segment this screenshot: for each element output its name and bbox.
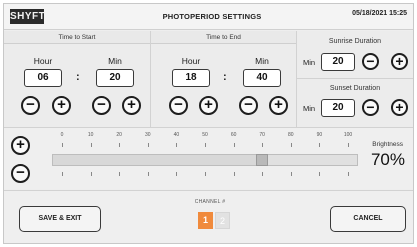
sunset-duration-panel: Sunset Duration Min 20 − + [297, 79, 413, 127]
sunset-duration-heading: Sunset Duration [329, 85, 381, 92]
channel-1-button[interactable]: 1 [198, 212, 213, 229]
start-min-field[interactable]: 20 [96, 69, 134, 87]
brightness-tick-mark [319, 172, 321, 176]
start-min-label: Min [108, 56, 122, 66]
end-min-field[interactable]: 40 [243, 69, 281, 87]
brightness-tick-mark [205, 143, 206, 147]
brightness-tick-mark [119, 143, 121, 147]
brightness-tick-label: 80 [288, 132, 294, 138]
cancel-button[interactable]: CANCEL [330, 206, 406, 232]
brightness-tick-mark [290, 172, 292, 176]
brightness-tick-mark [147, 172, 149, 176]
brightness-tick-mark [319, 143, 321, 147]
start-hour-field[interactable]: 06 [24, 69, 62, 87]
end-hour-field[interactable]: 18 [172, 69, 210, 87]
end-hour-decrement-button[interactable]: − [169, 96, 188, 115]
start-min-decrement-button[interactable]: − [92, 96, 111, 115]
top-bar: SHYFT PHOTOPERIOD SETTINGS 05/18/2021 15… [4, 4, 413, 30]
brightness-tick-label: 90 [316, 132, 323, 138]
brightness-tick-label: 0 [60, 132, 64, 138]
time-to-start-heading: Time to Start [4, 31, 150, 44]
brightness-value: 70% [370, 150, 405, 169]
brightness-tick-label: 100 [343, 132, 353, 138]
brightness-tick-label: 20 [116, 132, 122, 138]
datetime-display: 05/18/2021 15:25 [352, 10, 407, 17]
photoperiod-screen: SHYFT PHOTOPERIOD SETTINGS 05/18/2021 15… [3, 3, 414, 244]
start-min-increment-button[interactable]: + [122, 96, 141, 115]
brightness-tick-label: 40 [173, 132, 180, 138]
brightness-tick-label: 60 [230, 132, 237, 138]
end-min-increment-button[interactable]: + [269, 96, 288, 115]
brightness-tick-mark [233, 172, 235, 176]
page-title: PHOTOPERIOD SETTINGS [162, 12, 262, 21]
sunrise-decrement-button[interactable]: − [362, 53, 379, 70]
sunset-min-label: Min [303, 104, 316, 113]
brightness-tick-label: 70 [259, 132, 265, 138]
sunrise-increment-button[interactable]: + [391, 53, 408, 70]
brightness-slider-area: + − 0 10 20 30 40 50 60 70 80 90 100 Brightness 70… [4, 127, 413, 189]
end-min-label: Min [255, 56, 269, 66]
sunset-decrement-button[interactable]: − [362, 99, 379, 116]
end-colon: : [223, 71, 227, 83]
end-hour-increment-button[interactable]: + [199, 96, 218, 115]
brightness-tick-mark [147, 143, 149, 147]
channel-label: CHANNEL # [194, 199, 226, 205]
time-to-end-panel: Time to End Hour Min 18 : 40 − + − + [151, 31, 297, 127]
end-min-decrement-button[interactable]: − [239, 96, 258, 115]
time-to-end-heading: Time to End [151, 31, 296, 44]
time-to-start-panel: Time to Start Hour Min 06 : 20 − + − + [4, 31, 151, 127]
brightness-tick-mark [62, 143, 63, 147]
brightness-tick-label: 10 [87, 132, 94, 138]
brightness-tick-mark [233, 143, 235, 147]
shyft-logo: SHYFT [10, 9, 46, 24]
save-exit-button[interactable]: SAVE & EXIT [19, 206, 101, 232]
start-colon: : [76, 71, 80, 83]
sunset-duration-field[interactable]: 20 [321, 99, 355, 117]
end-hour-label: Hour [181, 56, 201, 66]
brightness-tick-mark [90, 172, 92, 176]
brightness-tick-label: 30 [145, 132, 151, 138]
brightness-tick-mark [348, 172, 349, 176]
footer-bar: SAVE & EXIT CHANNEL # 1 2 CANCEL [4, 190, 413, 243]
brightness-tick-mark [262, 172, 264, 176]
brightness-tick-mark [290, 143, 292, 147]
brightness-tick-mark [176, 143, 178, 147]
brightness-decrement-button[interactable]: − [11, 164, 30, 183]
brightness-increment-button[interactable]: + [11, 136, 30, 155]
brightness-label: Brightness [372, 141, 403, 148]
brightness-slider-thumb[interactable] [255, 154, 268, 166]
start-hour-decrement-button[interactable]: − [21, 96, 40, 115]
sunrise-duration-heading: Sunrise Duration [328, 38, 382, 45]
brightness-tick-mark [205, 172, 206, 176]
sunrise-duration-panel: Sunrise Duration Min 20 − + [297, 31, 413, 79]
brightness-tick-mark [62, 172, 63, 176]
sunrise-duration-field[interactable]: 20 [321, 53, 355, 71]
sunrise-min-label: Min [303, 58, 316, 67]
brightness-tick-mark [90, 143, 92, 147]
brightness-tick-mark [176, 172, 178, 176]
brightness-slider-fill [53, 155, 262, 165]
brightness-tick-label: 50 [202, 132, 208, 138]
start-hour-increment-button[interactable]: + [52, 96, 71, 115]
channel-2-button[interactable]: 2 [215, 212, 230, 229]
brightness-tick-mark [348, 143, 349, 147]
brightness-tick-mark [262, 143, 264, 147]
start-hour-label: Hour [33, 56, 53, 66]
brightness-tick-mark [119, 172, 121, 176]
sunset-increment-button[interactable]: + [391, 99, 408, 116]
brightness-slider-track[interactable] [52, 154, 358, 166]
